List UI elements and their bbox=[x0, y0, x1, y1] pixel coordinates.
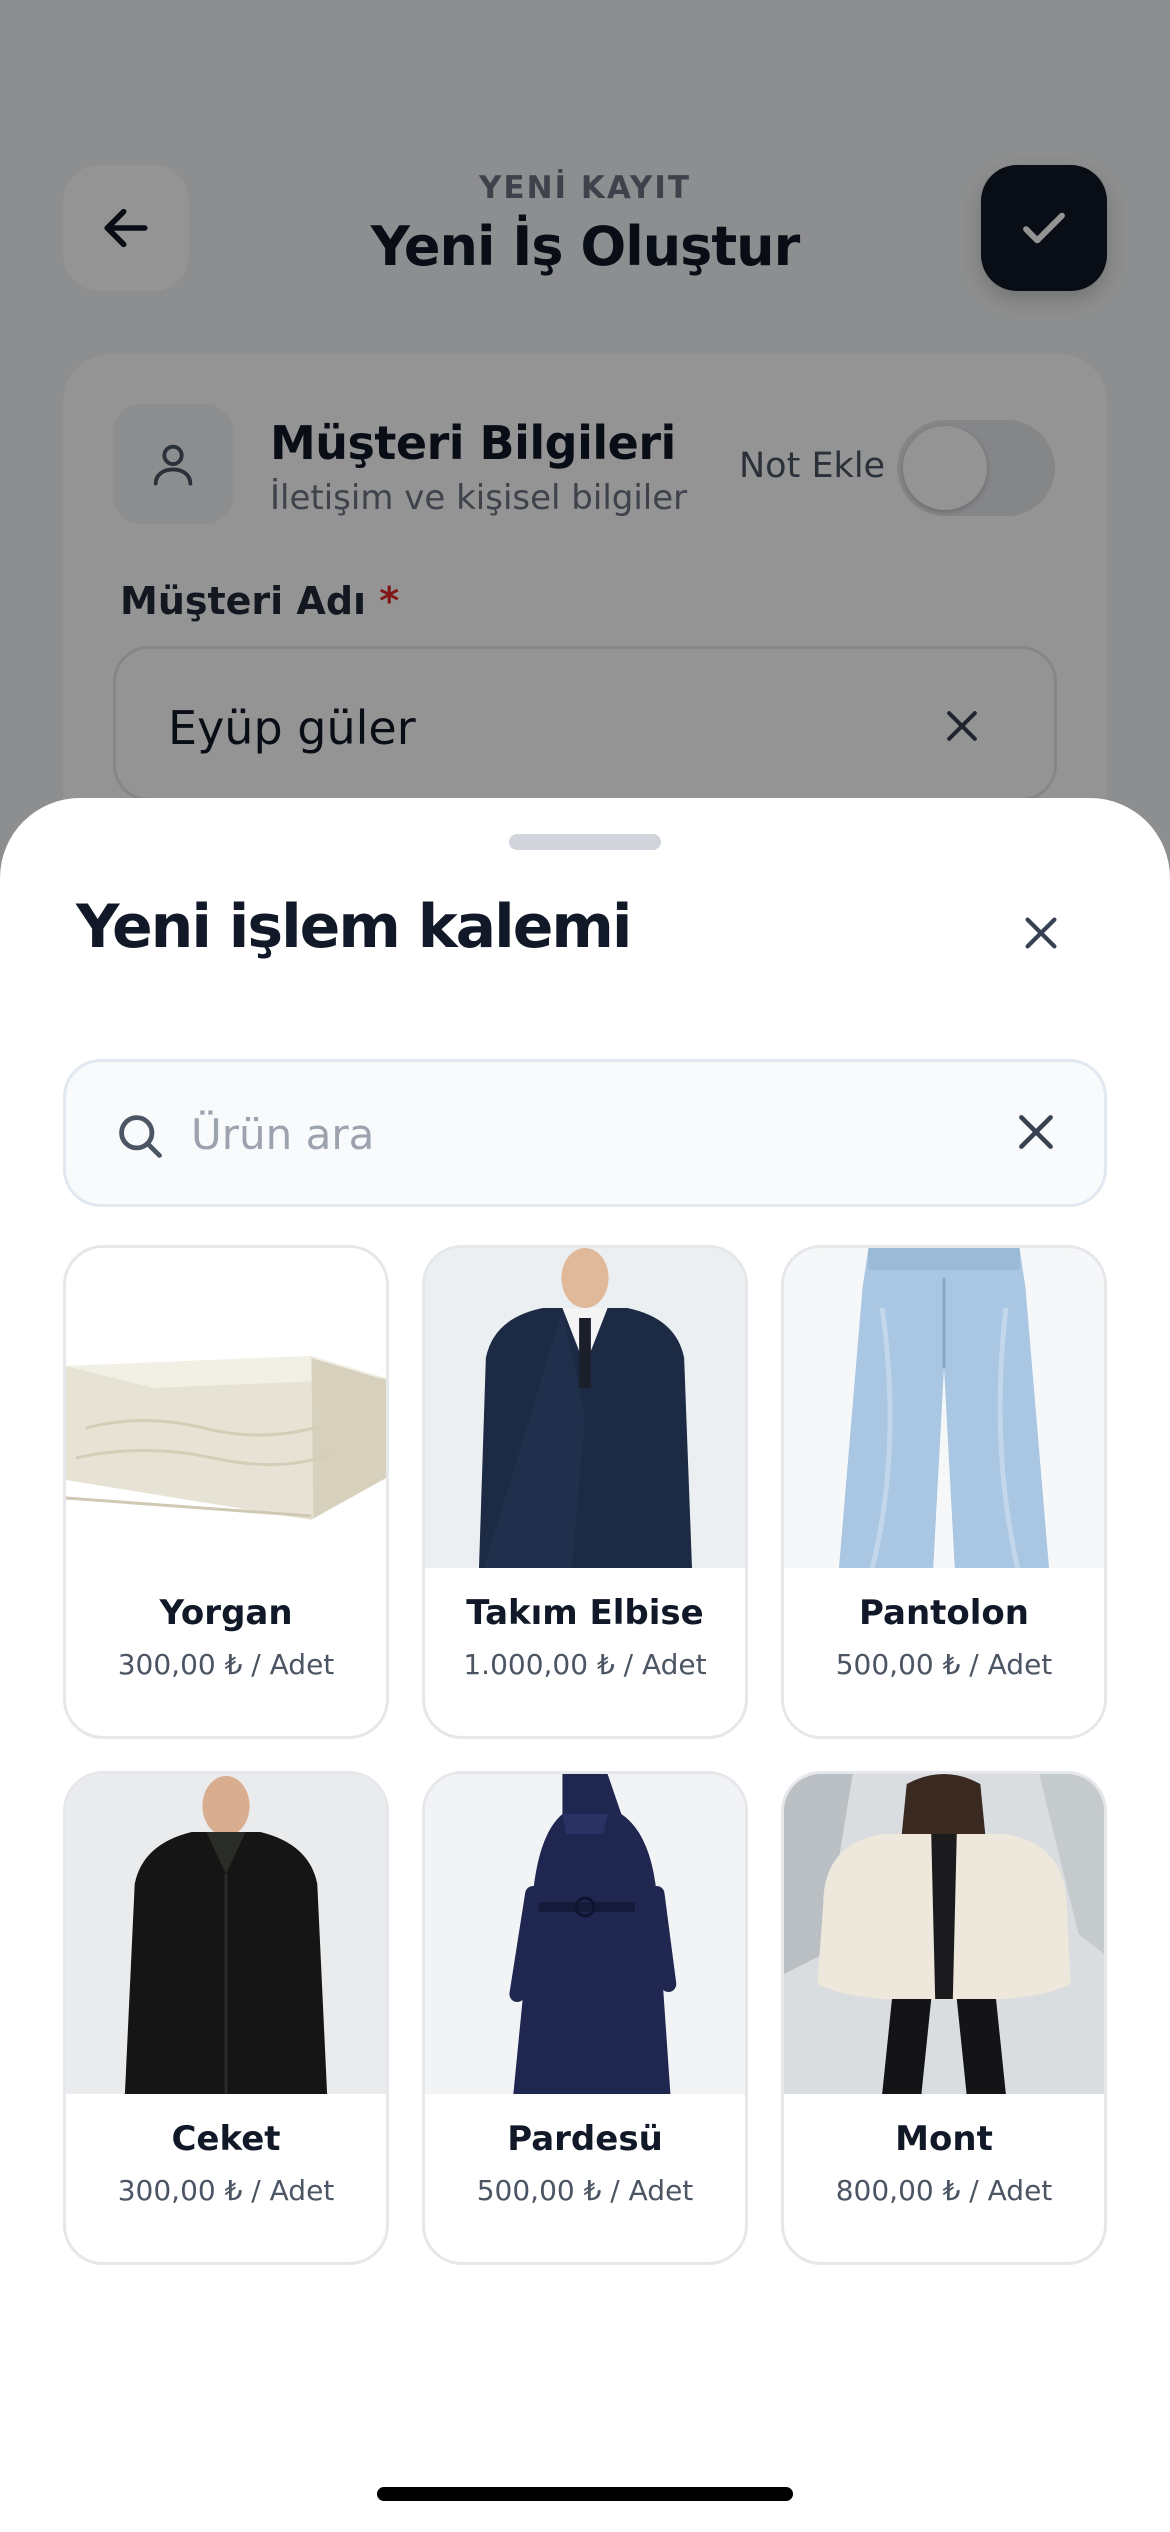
product-price: 500,00 ₺ / Adet bbox=[476, 2174, 694, 2207]
product-name: Mont bbox=[895, 2119, 993, 2159]
product-image-puffer-jacket bbox=[784, 1774, 1104, 2094]
product-card-pardesu[interactable]: Pardesü 500,00 ₺ / Adet bbox=[422, 1771, 748, 2265]
product-card-mont[interactable]: Mont 800,00 ₺ / Adet bbox=[781, 1771, 1107, 2265]
product-name: Pardesü bbox=[507, 2119, 663, 2159]
product-name: Ceket bbox=[171, 2119, 281, 2159]
sheet-title: Yeni işlem kalemi bbox=[76, 892, 632, 962]
sheet-grabber[interactable] bbox=[509, 834, 661, 850]
product-grid: Yorgan 300,00 ₺ / Adet Takım Elbise 1.00… bbox=[63, 1245, 1107, 2265]
product-price: 1.000,00 ₺ / Adet bbox=[463, 1648, 707, 1681]
search-icon bbox=[119, 1115, 162, 1158]
product-card-ceket[interactable]: Ceket 300,00 ₺ / Adet bbox=[63, 1771, 389, 2265]
product-image-trench-coat bbox=[425, 1774, 745, 2094]
product-search-bar[interactable] bbox=[63, 1059, 1107, 1207]
product-search-input[interactable] bbox=[191, 1092, 971, 1176]
product-card-yorgan[interactable]: Yorgan 300,00 ₺ / Adet bbox=[63, 1245, 389, 1739]
product-price: 300,00 ₺ / Adet bbox=[117, 2174, 335, 2207]
close-icon bbox=[1025, 917, 1057, 949]
product-image-suit bbox=[425, 1248, 745, 1568]
product-price: 500,00 ₺ / Adet bbox=[835, 1648, 1053, 1681]
product-name: Yorgan bbox=[159, 1593, 293, 1633]
product-card-pantolon[interactable]: Pantolon 500,00 ₺ / Adet bbox=[781, 1245, 1107, 1739]
product-card-takim-elbise[interactable]: Takım Elbise 1.000,00 ₺ / Adet bbox=[422, 1245, 748, 1739]
product-image-jeans bbox=[784, 1248, 1104, 1568]
product-name: Takım Elbise bbox=[466, 1593, 704, 1633]
sheet-close-button[interactable] bbox=[1006, 898, 1076, 968]
product-image-quilt bbox=[66, 1248, 386, 1568]
product-name: Pantolon bbox=[859, 1593, 1029, 1633]
product-price: 800,00 ₺ / Adet bbox=[835, 2174, 1053, 2207]
home-indicator bbox=[377, 2487, 793, 2501]
product-price: 300,00 ₺ / Adet bbox=[117, 1648, 335, 1681]
search-clear-icon[interactable] bbox=[1011, 1107, 1061, 1157]
bottom-sheet: Yeni işlem kalemi Yorgan 300,00 bbox=[0, 798, 1170, 2532]
product-image-coat bbox=[66, 1774, 386, 2094]
